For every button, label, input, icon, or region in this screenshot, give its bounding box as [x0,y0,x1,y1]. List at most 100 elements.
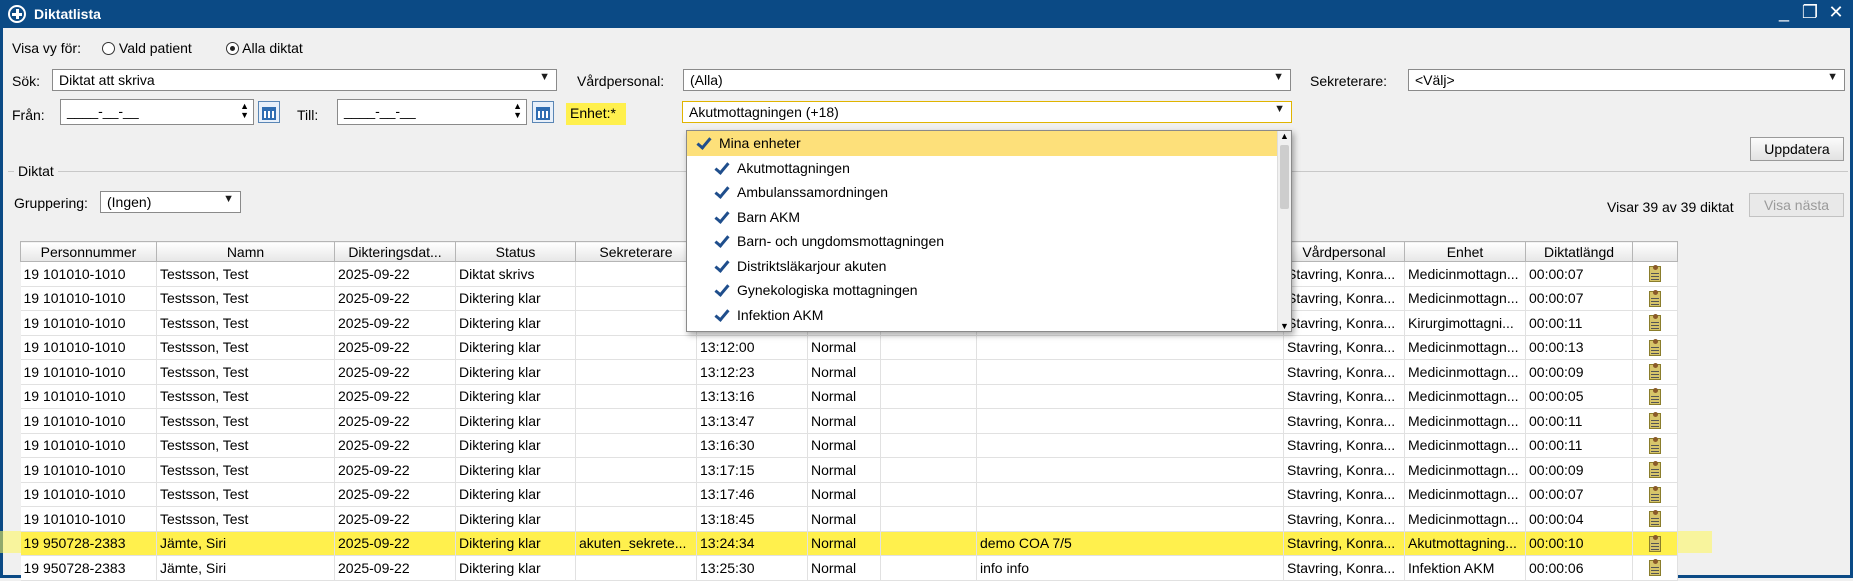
close-icon[interactable]: ✕ [1827,2,1845,23]
spinner-icon[interactable]: ▲ ▼ [513,102,522,120]
radio-alla-diktat[interactable]: Alla diktat [226,40,303,56]
restore-icon[interactable]: ❐ [1801,2,1819,23]
table-cell: Diktering klar [455,335,576,360]
column-header[interactable]: Sekreterare [575,241,697,262]
sekreterare-select[interactable]: <Välj> ▼ [1408,69,1845,91]
table-cell: Jämte, Siri [156,555,335,581]
calendar-icon[interactable] [258,101,280,123]
document-icon-cell[interactable] [1632,555,1678,581]
table-cell [976,482,1284,507]
table-cell: 19 101010-1010 [20,286,157,311]
visa-nasta-button[interactable]: Visa nästa [1749,193,1844,217]
vardpersonal-select[interactable]: (Alla) ▼ [683,69,1291,91]
checkbox-checked-icon[interactable] [713,184,729,200]
enhet-label: Enhet:* [566,103,626,125]
table-cell: 2025-09-22 [334,261,456,287]
document-icon[interactable] [1649,314,1661,332]
radio-circle[interactable] [226,42,239,55]
checkbox-checked-icon[interactable] [713,233,729,249]
enhet-dropdown-list[interactable]: Mina enheter Akutmottagningen Ambulanssam… [686,130,1292,332]
table-cell: 00:00:09 [1525,457,1633,483]
gruppering-select[interactable]: (Ingen) ▼ [100,191,241,213]
document-icon-cell[interactable] [1632,286,1678,311]
scroll-up-icon[interactable]: ▲ [1280,131,1289,141]
document-icon[interactable] [1649,559,1661,577]
scroll-thumb[interactable] [1280,145,1289,209]
minimize-icon[interactable]: _ [1775,2,1793,23]
document-icon[interactable] [1649,436,1661,454]
checkbox-checked-icon[interactable] [713,209,729,225]
document-icon-cell[interactable] [1632,482,1678,507]
table-row[interactable]: 19 101010-1010 Testsson, Test 2025-09-22 Di… [20,384,1678,409]
checkbox-checked-icon[interactable] [713,282,729,298]
document-icon-cell[interactable] [1632,506,1678,532]
column-header[interactable] [1632,241,1678,262]
table-row[interactable]: 19 101010-1010 Testsson, Test 2025-09-22 Di… [20,335,1678,360]
table-row[interactable]: 19 101010-1010 Testsson, Test 2025-09-22 Di… [20,457,1678,483]
chevron-down-icon: ▼ [539,71,550,83]
column-header[interactable]: Diktatlängd [1525,241,1633,262]
dropdown-item[interactable]: Akutmottagningen [687,156,1291,181]
document-icon-cell[interactable] [1632,531,1678,556]
table-row[interactable]: 19 101010-1010 Testsson, Test 2025-09-22 Di… [20,359,1678,385]
dropdown-item[interactable]: Barn- och ungdomsmottagningen [687,229,1291,254]
checkbox-checked-icon[interactable] [713,160,729,176]
document-icon[interactable] [1649,485,1661,503]
document-icon[interactable] [1649,338,1661,356]
table-row[interactable]: 19 101010-1010 Testsson, Test 2025-09-22 Di… [20,408,1678,434]
fran-date-input[interactable]: ____-__-__ ▲ ▼ [60,99,254,125]
table-cell: 19 950728-2383 [20,555,157,581]
document-icon[interactable] [1649,265,1661,283]
dropdown-item[interactable]: Distriktsläkarjour akuten [687,254,1291,279]
document-icon[interactable] [1649,412,1661,430]
dropdown-scrollbar[interactable]: ▲ ▼ [1277,131,1291,331]
dropdown-item[interactable]: Barn AKM [687,205,1291,230]
radio-vald-patient[interactable]: Vald patient [102,40,192,56]
document-icon[interactable] [1649,387,1661,405]
table-row[interactable]: 19 101010-1010 Testsson, Test 2025-09-22 Di… [20,482,1678,507]
column-header[interactable]: Status [455,241,576,262]
document-icon[interactable] [1649,363,1661,381]
table-cell: Medicinmottagn... [1404,286,1526,311]
table-row[interactable]: 19 101010-1010 Testsson, Test 2025-09-22 Di… [20,433,1678,458]
document-icon-cell[interactable] [1632,384,1678,409]
document-icon[interactable] [1649,510,1661,528]
table-row[interactable]: 19 101010-1010 Testsson, Test 2025-09-22 Di… [20,506,1678,532]
document-icon[interactable] [1649,461,1661,479]
checkbox-checked-icon[interactable] [695,135,711,151]
column-header[interactable]: Personnummer [20,241,157,262]
column-header[interactable]: Enhet [1404,241,1526,262]
document-icon-cell[interactable] [1632,359,1678,385]
table-cell: Normal [807,531,881,556]
enhet-select[interactable]: Akutmottagningen (+18) ▼ [682,101,1292,123]
table-cell: Testsson, Test [156,286,335,311]
scroll-down-icon[interactable]: ▼ [1280,321,1289,331]
calendar-icon[interactable] [532,101,554,123]
document-icon[interactable] [1649,289,1661,307]
document-icon-cell[interactable] [1632,433,1678,458]
table-cell: Diktering klar [455,408,576,434]
radio-circle[interactable] [102,42,115,55]
dropdown-item[interactable]: Infektion AKM [687,303,1291,328]
dropdown-item[interactable]: Gynekologiska mottagningen [687,278,1291,303]
sok-select[interactable]: Diktat att skriva ▼ [52,69,557,91]
till-date-input[interactable]: ____-__-__ ▲ ▼ [337,99,527,125]
table-row[interactable]: 19 950728-2383 Jämte, Siri 2025-09-22 Dikte… [20,531,1678,556]
document-icon-cell[interactable] [1632,335,1678,360]
uppdatera-button[interactable]: Uppdatera [1750,137,1844,161]
table-row[interactable]: 19 950728-2383 Jämte, Siri 2025-09-22 Dikte… [20,555,1678,581]
document-icon-cell[interactable] [1632,261,1678,287]
column-header[interactable]: Dikteringsdat... [334,241,456,262]
dropdown-item[interactable]: Ambulanssamordningen [687,180,1291,205]
checkbox-checked-icon[interactable] [713,307,729,323]
document-icon-cell[interactable] [1632,457,1678,483]
dropdown-header-mina-enheter[interactable]: Mina enheter [687,131,1291,156]
document-icon-cell[interactable] [1632,408,1678,434]
document-icon[interactable] [1649,534,1661,552]
document-icon-cell[interactable] [1632,310,1678,336]
column-header[interactable]: Vårdpersonal [1283,241,1405,262]
dropdown-item-label: Gynekologiska mottagningen [737,282,918,299]
spinner-icon[interactable]: ▲ ▼ [240,102,249,120]
column-header[interactable]: Namn [156,241,335,262]
checkbox-checked-icon[interactable] [713,258,729,274]
